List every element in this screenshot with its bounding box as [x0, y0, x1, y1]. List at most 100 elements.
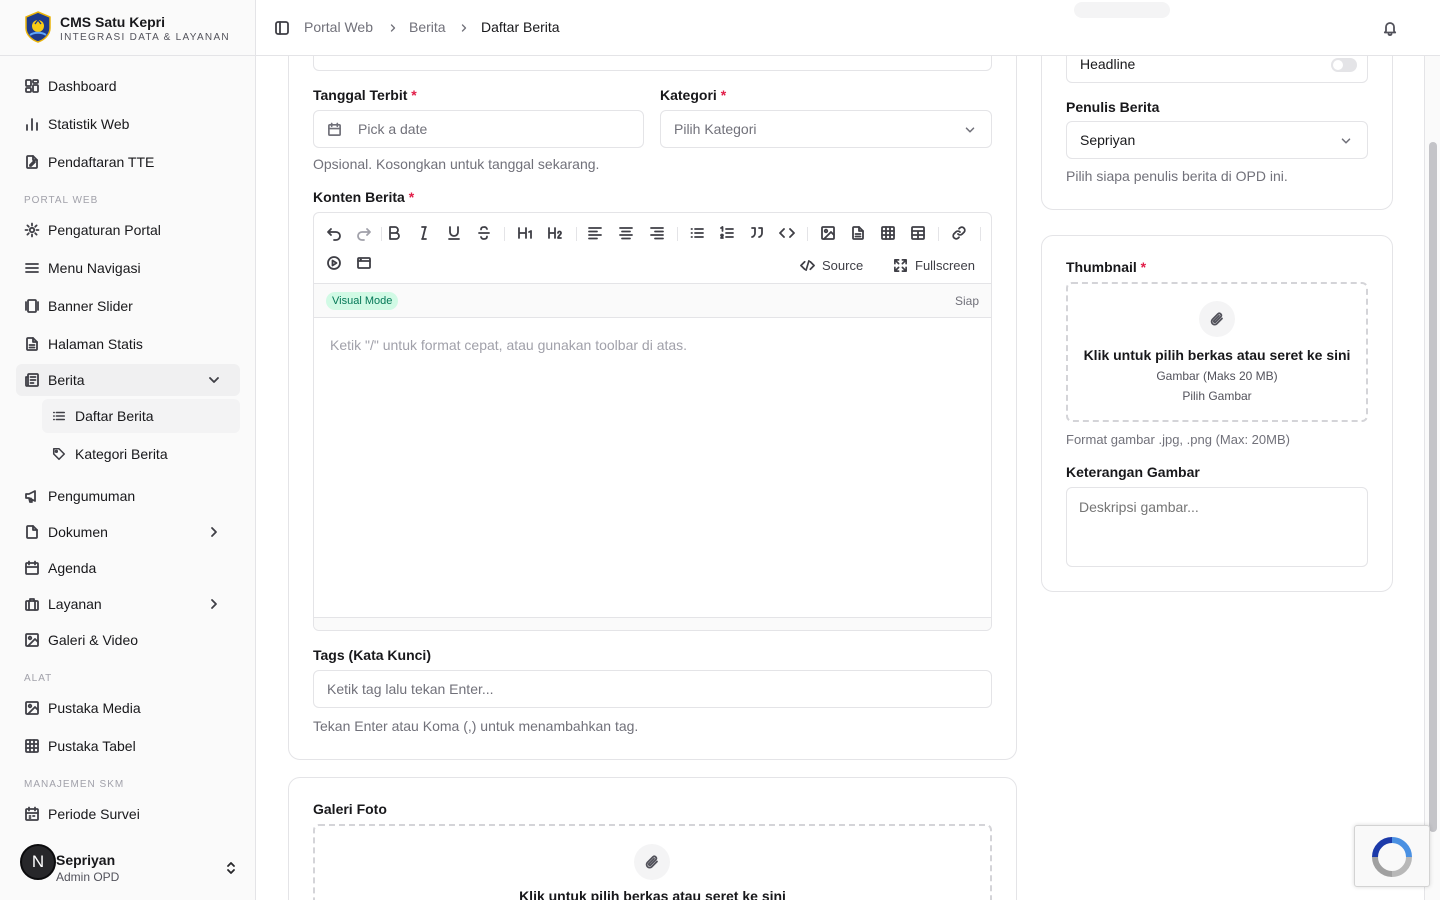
calendar-check-icon	[25, 806, 39, 821]
toolbar-divider	[381, 227, 382, 241]
penulis-label: Penulis Berita	[1066, 99, 1160, 115]
sidebar-item-label: Layanan	[48, 596, 102, 612]
breadcrumb-portal-web[interactable]: Portal Web	[304, 19, 373, 35]
keterangan-textarea[interactable]	[1066, 487, 1368, 567]
sidebar-item-label: Kategori Berita	[75, 446, 168, 462]
sidebar-item-kategori-berita[interactable]: Kategori Berita	[42, 437, 240, 471]
top-bar: Portal Web Berita Daftar Berita	[256, 0, 1440, 56]
fullscreen-icon	[894, 258, 907, 272]
sidebar-item-menu-navigasi[interactable]: Menu Navigasi	[16, 252, 240, 284]
italic-icon[interactable]	[416, 225, 432, 241]
rich-text-editor: Source Fullscreen Visual Mode Siap Ketik…	[313, 212, 992, 631]
ordered-list-icon[interactable]	[719, 225, 735, 241]
sidebar-item-label: Periode Survei	[48, 806, 140, 822]
table-settings-icon[interactable]	[910, 225, 926, 241]
kategori-select[interactable]: Pilih Kategori	[660, 110, 992, 148]
thumbnail-dropzone[interactable]: Klik untuk pilih berkas atau seret ke si…	[1066, 282, 1368, 422]
sidebar-item-layanan[interactable]: Layanan	[16, 588, 240, 620]
konten-label: Konten Berita *	[313, 189, 415, 205]
megaphone-icon	[25, 490, 36, 503]
sidebar: CMS Satu Kepri INTEGRASI DATA & LAYANAN …	[0, 0, 256, 900]
source-button[interactable]: Source	[800, 256, 863, 274]
brand-header[interactable]: CMS Satu Kepri INTEGRASI DATA & LAYANAN	[0, 0, 255, 56]
sidebar-item-periode-survei[interactable]: Periode Survei	[16, 798, 240, 830]
image-icon	[25, 633, 39, 647]
page-scrollbar[interactable]	[1424, 56, 1440, 900]
redo-icon[interactable]	[356, 225, 372, 241]
sidebar-item-daftar-berita[interactable]: Daftar Berita	[42, 399, 240, 433]
code-icon[interactable]	[779, 225, 795, 241]
strikethrough-icon[interactable]	[476, 225, 492, 241]
embed-window-icon[interactable]	[356, 255, 372, 271]
bullet-list-icon[interactable]	[689, 225, 705, 241]
scrolled-content-fragment	[1074, 2, 1170, 18]
galeri-drop-title: Klik untuk pilih berkas atau seret ke si…	[519, 888, 786, 900]
sidebar-item-label: Galeri & Video	[48, 632, 139, 648]
align-right-icon[interactable]	[649, 225, 665, 241]
folder-icon	[26, 525, 38, 539]
chevron-down-icon[interactable]	[206, 372, 222, 388]
sidebar-toggle-icon[interactable]	[274, 20, 290, 36]
chevron-right-icon[interactable]	[206, 596, 222, 612]
bell-icon[interactable]	[1382, 20, 1398, 36]
align-center-icon[interactable]	[618, 225, 634, 241]
bar-chart-icon	[26, 118, 38, 131]
group-label-portal-web: PORTAL WEB	[24, 195, 99, 206]
fullscreen-button[interactable]: Fullscreen	[893, 256, 975, 274]
sidebar-item-berita[interactable]: Berita	[16, 364, 240, 396]
thumb-pick-button[interactable]: Pilih Gambar	[1068, 389, 1366, 403]
blockquote-icon[interactable]	[749, 225, 765, 241]
recaptcha-icon	[1372, 837, 1412, 877]
headline-toggle[interactable]	[1331, 58, 1357, 72]
penulis-select[interactable]: Sepriyan	[1066, 121, 1368, 159]
table-icon	[25, 739, 39, 753]
align-left-icon[interactable]	[587, 225, 603, 241]
chevron-right-icon	[390, 24, 396, 32]
sidebar-item-agenda[interactable]: Agenda	[16, 552, 240, 584]
sidebar-item-label: Menu Navigasi	[48, 260, 141, 276]
bold-icon[interactable]	[386, 225, 402, 241]
sidebar-item-dashboard[interactable]: Dashboard	[16, 70, 240, 102]
sidebar-item-halaman-statis[interactable]: Halaman Statis	[16, 328, 240, 360]
sidebar-item-statistik-web[interactable]: Statistik Web	[16, 108, 240, 140]
dashboard-icon	[25, 79, 39, 93]
image-icon[interactable]	[820, 225, 836, 241]
sidebar-item-label: Pustaka Media	[48, 700, 141, 716]
tanggal-helper: Opsional. Kosongkan untuk tanggal sekara…	[313, 156, 600, 172]
table-icon[interactable]	[880, 225, 896, 241]
sidebar-item-label: Statistik Web	[48, 116, 130, 132]
date-picker[interactable]: Pick a date	[313, 110, 644, 148]
gear-icon	[24, 222, 40, 238]
sidebar-item-galeri-video[interactable]: Galeri & Video	[16, 624, 240, 656]
heading-1-icon[interactable]	[517, 225, 533, 241]
sidebar-item-pengumuman[interactable]: Pengumuman	[16, 480, 240, 512]
sidebar-item-pengaturan-portal[interactable]: Pengaturan Portal	[16, 214, 240, 246]
chevron-right-icon[interactable]	[206, 524, 222, 540]
recaptcha-badge[interactable]	[1354, 825, 1430, 887]
video-play-icon[interactable]	[326, 255, 342, 271]
editor-placeholder[interactable]: Ketik "/" untuk format cepat, atau gunak…	[330, 337, 687, 353]
sidebar-item-pustaka-media[interactable]: Pustaka Media	[16, 692, 240, 724]
chevron-down-icon	[965, 127, 975, 133]
chevron-down-icon	[1341, 138, 1351, 144]
breadcrumb-berita[interactable]: Berita	[409, 19, 446, 35]
sidebar-item-label: Dokumen	[48, 524, 108, 540]
sidebar-item-pustaka-tabel[interactable]: Pustaka Tabel	[16, 730, 240, 762]
sidebar-item-pendaftaran-tte[interactable]: Pendaftaran TTE	[16, 146, 240, 178]
mode-badge[interactable]: Visual Mode	[326, 292, 399, 310]
user-menu[interactable]: N Sepriyan Admin OPD	[16, 840, 246, 888]
brand-title: CMS Satu Kepri	[60, 14, 166, 30]
editor-mode-bar: Visual Mode Siap	[314, 283, 991, 318]
calendar-icon	[25, 560, 39, 575]
sidebar-item-banner-slider[interactable]: Banner Slider	[16, 290, 240, 322]
link-icon[interactable]	[951, 225, 967, 241]
undo-icon[interactable]	[326, 225, 342, 241]
file-icon[interactable]	[850, 225, 866, 241]
tanggal-label: Tanggal Terbit *	[313, 87, 417, 103]
galeri-dropzone[interactable]: Klik untuk pilih berkas atau seret ke si…	[313, 824, 992, 900]
underline-icon[interactable]	[446, 225, 462, 241]
tags-input[interactable]: Ketik tag lalu tekan Enter...	[313, 670, 992, 708]
sidebar-item-dokumen[interactable]: Dokumen	[16, 516, 240, 548]
scrollbar-thumb[interactable]	[1429, 142, 1437, 832]
heading-2-icon[interactable]	[547, 225, 563, 241]
